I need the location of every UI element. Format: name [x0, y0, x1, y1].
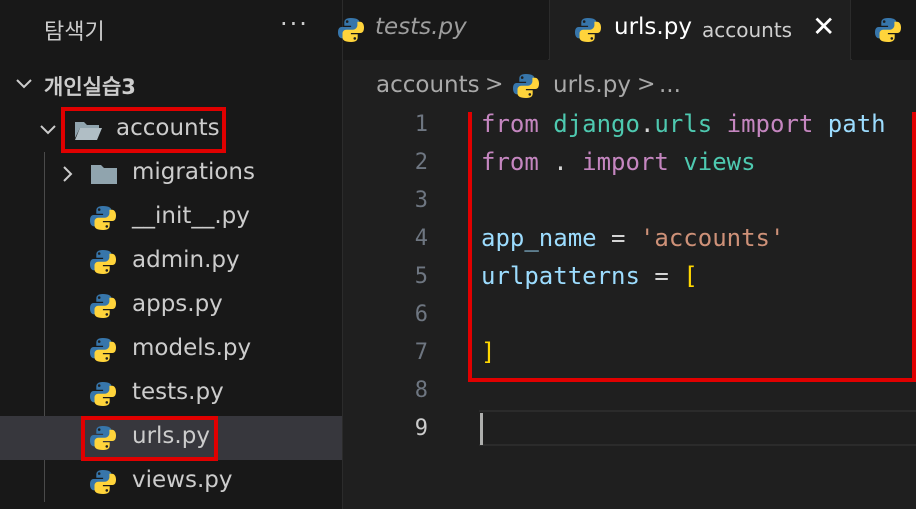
- line-number: 2: [414, 150, 428, 175]
- file-label: models.py: [132, 335, 252, 361]
- python-file-icon: [874, 16, 904, 44]
- python-file-icon: [89, 336, 119, 364]
- file-label: apps.py: [132, 291, 223, 317]
- explorer-sidebar: 탐색기 ··· 개인실습3 accounts migrations __init…: [0, 0, 343, 509]
- line-number: 1: [414, 112, 428, 137]
- tab-tests[interactable]: tests.py: [338, 0, 548, 60]
- line-number: 3: [414, 188, 428, 213]
- file-row-views[interactable]: views.py: [0, 460, 342, 504]
- code-editor[interactable]: 123456789 from django.urls import path fr…: [343, 112, 916, 509]
- line-number: 4: [414, 226, 428, 251]
- file-row-admin[interactable]: admin.py: [0, 240, 342, 284]
- explorer-title: 탐색기: [44, 20, 105, 45]
- line-number: 7: [414, 340, 428, 365]
- folder-icon: [89, 160, 119, 188]
- current-line-highlight: [479, 410, 916, 446]
- python-file-icon: [337, 16, 367, 44]
- chevron-down-icon: [38, 108, 58, 152]
- folder-label-migrations: migrations: [132, 159, 255, 185]
- file-label: views.py: [132, 467, 233, 493]
- tab-overflow[interactable]: [852, 0, 916, 60]
- close-icon[interactable]: ✕: [812, 10, 835, 43]
- line-number: 6: [414, 302, 428, 327]
- python-file-icon: [89, 248, 119, 276]
- breadcrumb-file[interactable]: urls.py: [553, 72, 631, 98]
- file-row-models[interactable]: models.py: [0, 328, 342, 372]
- editor-tab-bar: tests.py urls.py accounts ✕: [338, 0, 916, 60]
- text-cursor: [480, 413, 483, 445]
- highlight-box-code: [468, 112, 916, 382]
- highlight-box-accounts: [61, 107, 226, 153]
- python-file-icon: [89, 380, 119, 408]
- tab-label: tests.py: [375, 14, 467, 40]
- chevron-down-icon: [14, 62, 34, 106]
- breadcrumb-folder[interactable]: accounts: [376, 72, 480, 98]
- file-label: admin.py: [132, 247, 240, 273]
- file-row-apps[interactable]: apps.py: [0, 284, 342, 328]
- file-label: tests.py: [132, 379, 224, 405]
- explorer-header: 탐색기 ···: [0, 0, 343, 58]
- python-file-icon: [89, 468, 119, 496]
- python-file-icon: [512, 72, 542, 100]
- folder-row-migrations[interactable]: migrations: [0, 152, 342, 196]
- tab-description: accounts: [702, 18, 793, 42]
- breadcrumb-symbols[interactable]: ...: [659, 72, 681, 98]
- line-number: 8: [414, 378, 428, 403]
- breadcrumb-separator: >: [485, 72, 504, 97]
- python-file-icon: [89, 292, 119, 320]
- workspace-root-label: 개인실습3: [44, 75, 136, 99]
- more-actions-button[interactable]: ···: [280, 10, 309, 38]
- python-file-icon: [89, 204, 119, 232]
- explorer-root-row[interactable]: 개인실습3: [0, 62, 342, 106]
- python-file-icon: [574, 16, 604, 44]
- tab-urls-active[interactable]: urls.py accounts ✕: [549, 0, 851, 60]
- line-number: 9: [414, 416, 428, 441]
- line-number: 5: [414, 264, 428, 289]
- breadcrumb: accounts > urls.py > ...: [343, 60, 916, 112]
- file-label: __init__.py: [132, 203, 250, 229]
- highlight-box-urls: [81, 416, 218, 461]
- tab-label: urls.py: [614, 14, 692, 40]
- chevron-right-icon: [58, 152, 78, 196]
- file-row-init[interactable]: __init__.py: [0, 196, 342, 240]
- file-row-tests[interactable]: tests.py: [0, 372, 342, 416]
- breadcrumb-separator: >: [637, 72, 656, 97]
